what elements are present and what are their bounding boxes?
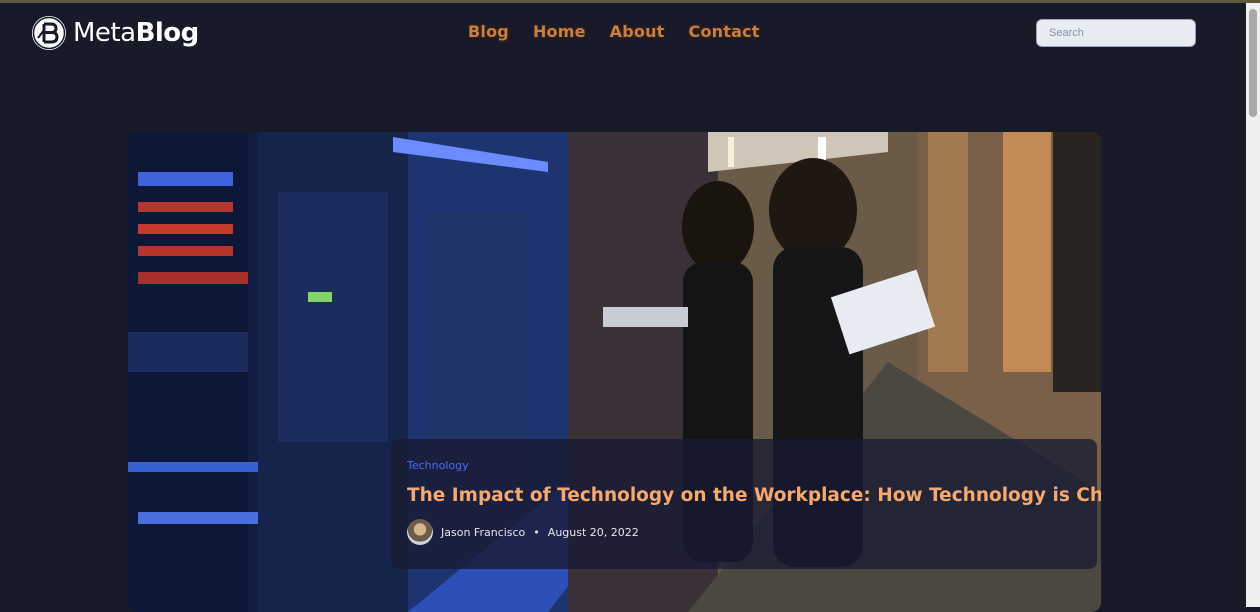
main-nav: Blog Home About Contact <box>468 22 760 41</box>
post-card[interactable]: Technology The Impact of Technology on t… <box>391 439 1101 569</box>
author-name[interactable]: Jason Francisco <box>441 526 525 539</box>
metablog-logo-icon <box>32 16 66 50</box>
logo-wordmark: MetaBlog <box>73 18 199 48</box>
page: MetaBlog Blog Home About Contact Search … <box>0 0 1246 612</box>
logo-text-bold: Blog <box>135 18 200 48</box>
search-input[interactable] <box>1036 19 1196 47</box>
post-date: August 20, 2022 <box>547 525 639 539</box>
meta-separator: • <box>533 525 540 539</box>
nav-link-contact[interactable]: Contact <box>689 22 760 41</box>
logo-text-light: Meta <box>73 18 136 48</box>
featured-post-hero[interactable]: Technology The Impact of Technology on t… <box>128 132 1101 612</box>
post-meta: Jason Francisco • August 20, 2022 <box>407 519 1081 545</box>
scrollbar[interactable] <box>1246 3 1260 607</box>
nav-link-home[interactable]: Home <box>533 22 586 41</box>
scrollbar-thumb[interactable] <box>1249 9 1257 117</box>
nav-link-blog[interactable]: Blog <box>468 22 509 41</box>
post-category[interactable]: Technology <box>407 459 1081 472</box>
nav-link-about[interactable]: About <box>610 22 665 41</box>
post-title[interactable]: The Impact of Technology on the Workplac… <box>407 485 1101 506</box>
author-avatar <box>407 519 433 545</box>
site-logo[interactable]: MetaBlog <box>32 15 199 51</box>
